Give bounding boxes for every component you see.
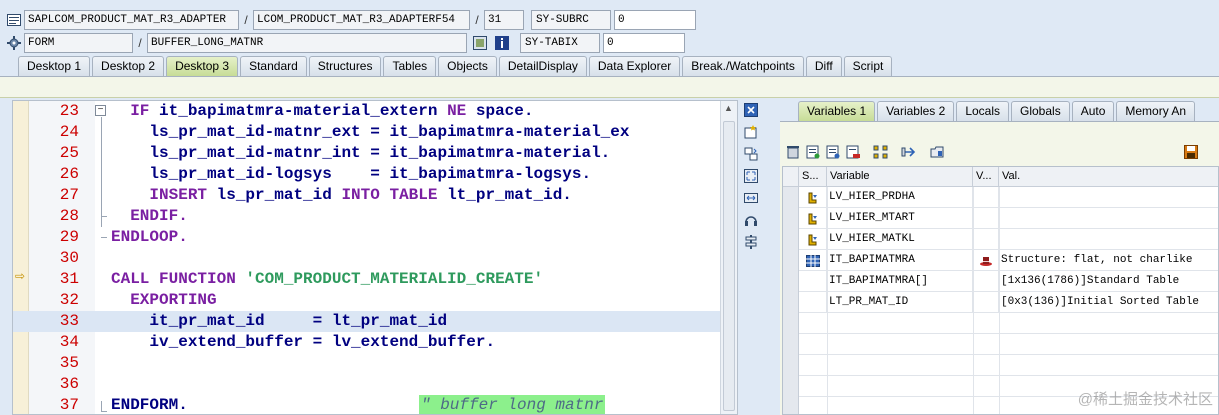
line-field[interactable]: 31: [484, 10, 524, 30]
column-header-selection[interactable]: S...: [799, 167, 827, 187]
load-variables-icon[interactable]: [804, 144, 822, 160]
swap-tool-icon[interactable]: [743, 146, 759, 162]
code-comment: " buffer long matnr: [419, 395, 606, 414]
field-icon: [799, 208, 827, 229]
code-line[interactable]: 32 EXPORTING: [13, 290, 723, 311]
variables-table[interactable]: S... Variable V... Val. LV_HIER_PRDHA LV…: [782, 166, 1219, 415]
event-type-field[interactable]: FORM: [24, 33, 133, 53]
remove-variables-icon[interactable]: [844, 144, 862, 160]
tab-script[interactable]: Script: [843, 56, 893, 76]
display-object-icon[interactable]: [472, 35, 488, 51]
split-icon[interactable]: [743, 190, 759, 206]
table-row[interactable]: LV_HIER_PRDHA: [783, 187, 1218, 208]
maximize-icon[interactable]: [743, 168, 759, 184]
event-name-field[interactable]: BUFFER_LONG_MATNR: [147, 33, 467, 53]
program-field[interactable]: SAPLCOM_PRODUCT_MAT_R3_ADAPTER: [24, 10, 239, 30]
close-pane-icon[interactable]: [743, 102, 759, 118]
info-row-event: FORM / BUFFER_LONG_MATNR SY-TABIX 0: [0, 32, 685, 54]
tab-desktop-1[interactable]: Desktop 1: [18, 56, 91, 76]
tab-auto[interactable]: Auto: [1071, 101, 1115, 121]
code-line[interactable]: 27 INSERT ls_pr_mat_id INTO TABLE lt_pr_…: [13, 185, 723, 206]
delete-icon[interactable]: [784, 144, 802, 160]
tab-data-explorer[interactable]: Data Explorer: [588, 56, 681, 76]
scroll-thumb[interactable]: [723, 121, 735, 411]
sy-subrc-value[interactable]: 0: [614, 10, 696, 30]
scroll-up-icon[interactable]: ▲: [724, 103, 733, 113]
tab-memory-analysis[interactable]: Memory An: [1116, 101, 1196, 121]
code-line-cursor[interactable]: 33 it_pr_mat_id = lt_pr_mat_id: [13, 311, 723, 332]
tab-objects[interactable]: Objects: [438, 56, 497, 76]
sy-subrc-label: SY-SUBRC: [531, 10, 611, 30]
code-line[interactable]: 34 iv_extend_buffer = lv_extend_buffer.: [13, 332, 723, 353]
transfer-icon[interactable]: [900, 144, 918, 160]
table-icon: [799, 250, 827, 271]
include-field[interactable]: LCOM_PRODUCT_MAT_R3_ADAPTERF54: [253, 10, 470, 30]
folder-icon[interactable]: [928, 144, 946, 160]
tab-breakpoints[interactable]: Break./Watchpoints: [682, 56, 804, 76]
tab-locals[interactable]: Locals: [956, 101, 1009, 121]
pane-toolbar: [740, 100, 762, 415]
column-header-variable[interactable]: Variable: [827, 167, 973, 187]
hat-icon[interactable]: [973, 250, 999, 271]
table-row[interactable]: LV_HIER_MTART: [783, 208, 1218, 229]
tab-desktop-3[interactable]: Desktop 3: [166, 56, 239, 76]
tab-diff[interactable]: Diff: [805, 56, 842, 76]
new-tool-icon[interactable]: [743, 124, 759, 140]
hierarchy-icon[interactable]: [872, 144, 890, 160]
info-icon[interactable]: [494, 35, 510, 51]
tab-structures[interactable]: Structures: [308, 56, 382, 76]
tab-globals[interactable]: Globals: [1011, 101, 1070, 121]
code-line[interactable]: 24 ls_pr_mat_id-matnr_ext = it_bapimatmr…: [13, 122, 723, 143]
save-icon[interactable]: [1182, 144, 1200, 160]
services-icon[interactable]: [743, 212, 759, 228]
table-row-empty[interactable]: [783, 355, 1218, 376]
table-row[interactable]: IT_BAPIMATMRA Structure: flat, not charl…: [783, 250, 1218, 271]
debugger-tool-icon[interactable]: [743, 234, 759, 250]
code-line[interactable]: 26 ls_pr_mat_id-logsys = it_bapimatmra-l…: [13, 164, 723, 185]
tab-content-bar: [0, 77, 1219, 98]
tab-standard[interactable]: Standard: [240, 56, 307, 76]
code-line[interactable]: 28 ENDIF.: [13, 206, 723, 227]
variables-tabstrip: Variables 1 Variables 2 Locals Globals A…: [798, 101, 1197, 121]
table-row[interactable]: LV_HIER_MATKL: [783, 229, 1218, 250]
tab-detail-display[interactable]: DetailDisplay: [498, 56, 587, 76]
desktop-tabstrip: Desktop 1 Desktop 2 Desktop 3 Standard S…: [18, 56, 894, 76]
field-icon: [799, 229, 827, 250]
sy-tabix-label: SY-TABIX: [520, 33, 600, 53]
tab-desktop-2[interactable]: Desktop 2: [92, 56, 165, 76]
tab-variables-2[interactable]: Variables 2: [877, 101, 955, 121]
code-line[interactable]: 36: [13, 374, 723, 395]
info-row-program: SAPLCOM_PRODUCT_MAT_R3_ADAPTER / LCOM_PR…: [0, 9, 696, 31]
column-header-v[interactable]: V...: [973, 167, 999, 187]
tab-tables[interactable]: Tables: [383, 56, 437, 76]
sy-tabix-value[interactable]: 0: [603, 33, 685, 53]
code-line[interactable]: 25 ls_pr_mat_id-matnr_int = it_bapimatmr…: [13, 143, 723, 164]
fold-toggle-icon[interactable]: −: [95, 105, 106, 116]
program-icon: [6, 12, 22, 28]
gear-icon: [6, 35, 22, 51]
table-row-empty[interactable]: [783, 313, 1218, 334]
code-line-current[interactable]: ⇨ 31 CALL FUNCTION 'COM_PRODUCT_MATERIAL…: [13, 269, 723, 290]
execution-pointer-icon: ⇨: [15, 269, 26, 283]
code-line[interactable]: 35: [13, 353, 723, 374]
editor-vertical-scrollbar[interactable]: ▲: [720, 101, 737, 414]
code-line[interactable]: 23 − IF it_bapimatmra-material_extern NE…: [13, 101, 723, 122]
table-row-empty[interactable]: [783, 334, 1218, 355]
table-row[interactable]: LT_PR_MAT_ID [0x3(136)]Initial Sorted Ta…: [783, 292, 1218, 313]
save-variables-icon[interactable]: [824, 144, 842, 160]
watermark: @稀土掘金技术社区: [1077, 391, 1213, 408]
code-line[interactable]: 30: [13, 248, 723, 269]
code-line[interactable]: 37 ENDFORM. " buffer long matnr: [13, 395, 723, 414]
tab-variables-1[interactable]: Variables 1: [798, 101, 876, 121]
column-header-value[interactable]: Val.: [999, 167, 1218, 187]
source-code-editor[interactable]: 23 − IF it_bapimatmra-material_extern NE…: [12, 100, 738, 415]
table-row[interactable]: IT_BAPIMATMRA[] [1x136(1786)]Standard Ta…: [783, 271, 1218, 292]
code-line[interactable]: 29 ENDLOOP.: [13, 227, 723, 248]
field-icon: [799, 187, 827, 208]
